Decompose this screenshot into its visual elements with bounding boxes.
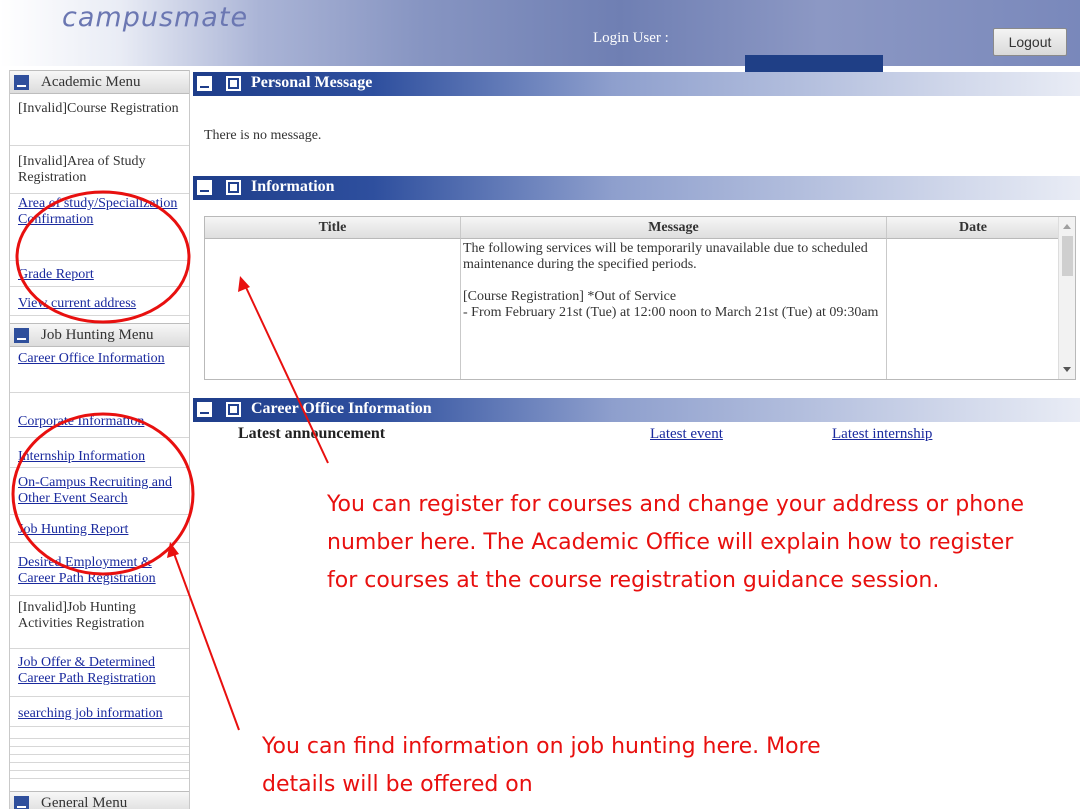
scroll-thumb[interactable] (1062, 236, 1073, 276)
table-cell-title (205, 239, 461, 379)
sidebar-item-job-hunting-report[interactable]: Job Hunting Report (10, 522, 189, 538)
column-header-title: Title (205, 217, 461, 239)
job-hunting-menu-title: Job Hunting Menu (41, 327, 154, 343)
general-menu-title: General Menu (41, 795, 128, 809)
app-header: campusmate Login User : Logout (0, 0, 1080, 72)
collapse-icon[interactable] (14, 328, 29, 343)
job-hunting-menu-header[interactable]: Job Hunting Menu (10, 323, 189, 347)
latest-internship-link[interactable]: Latest internship (832, 426, 932, 443)
logout-button[interactable]: Logout (993, 28, 1067, 56)
information-scrollbar[interactable] (1058, 217, 1075, 379)
collapse-icon[interactable] (14, 75, 29, 90)
window-icon[interactable] (226, 402, 241, 417)
sidebar-item-view-current-address[interactable]: View current address (10, 296, 189, 312)
personal-message-title: Personal Message (251, 74, 373, 91)
latest-event-link[interactable]: Latest event (650, 426, 723, 443)
sidebar-item-job-offer-registration[interactable]: Job Offer & Determined Career Path Regis… (10, 655, 189, 691)
campusmate-logo[interactable]: campusmate (62, 2, 248, 33)
latest-announcement-tab[interactable]: Latest announcement (238, 425, 385, 443)
scroll-down-icon[interactable] (1063, 367, 1071, 372)
job-annotation: You can find information on job hunting … (262, 734, 821, 797)
collapse-icon[interactable] (197, 180, 212, 195)
academic-menu-header[interactable]: Academic Menu (10, 70, 189, 94)
message-line: [Course Registration] *Out of Service (463, 289, 677, 304)
information-table: Title Message Date The following service… (204, 216, 1076, 380)
login-user-label: Login User : (593, 30, 669, 46)
message-line: - From February 21st (Tue) at 12:00 noon… (463, 305, 879, 320)
personal-message-header: Personal Message (193, 72, 1080, 96)
information-header: Information (193, 176, 1080, 200)
sidebar-item-job-hunting-activities-registration: [Invalid]Job Hunting Activities Registra… (18, 600, 145, 631)
window-icon[interactable] (226, 180, 241, 195)
window-icon[interactable] (226, 76, 241, 91)
information-title: Information (251, 178, 335, 195)
sidebar-item-area-of-study-registration: [Invalid]Area of Study Registration (18, 154, 146, 185)
personal-message-text: There is no message. (204, 128, 322, 143)
sidebar-item-desired-employment[interactable]: Desired Employment & Career Path Registr… (10, 555, 189, 591)
sidebar: Academic Menu [Invalid]Course Registrati… (9, 70, 190, 809)
academic-menu-title: Academic Menu (41, 74, 141, 90)
career-office-title: Career Office Information (251, 400, 432, 417)
column-header-message: Message (461, 217, 887, 239)
sidebar-item-grade-report[interactable]: Grade Report (10, 267, 189, 283)
sidebar-item-searching-job-information[interactable]: searching job information (10, 706, 189, 722)
general-menu-header[interactable]: General Menu (10, 791, 189, 809)
login-user-name-redacted (745, 55, 883, 72)
career-office-header: Career Office Information (193, 398, 1080, 422)
collapse-icon[interactable] (197, 76, 212, 91)
column-header-date: Date (887, 217, 1059, 239)
sidebar-item-career-office-information[interactable]: Career Office Information (10, 351, 189, 387)
collapse-icon[interactable] (14, 796, 29, 809)
collapse-icon[interactable] (197, 402, 212, 417)
sidebar-item-corporate-information[interactable]: Corporate Information (10, 414, 189, 430)
message-line: The following services will be temporari… (463, 241, 868, 272)
information-message: The following services will be temporari… (463, 241, 883, 321)
sidebar-item-area-of-study-confirmation[interactable]: Area of study/Specialization Confirmatio… (10, 196, 189, 258)
sidebar-item-course-registration: [Invalid]Course Registration (18, 101, 179, 116)
scroll-up-icon[interactable] (1063, 224, 1071, 229)
sidebar-item-internship-information[interactable]: Internship Information (10, 449, 189, 465)
sidebar-item-on-campus-recruiting[interactable]: On-Campus Recruiting and Other Event Sea… (10, 475, 189, 511)
academic-annotation: You can register for courses and change … (327, 492, 1025, 593)
